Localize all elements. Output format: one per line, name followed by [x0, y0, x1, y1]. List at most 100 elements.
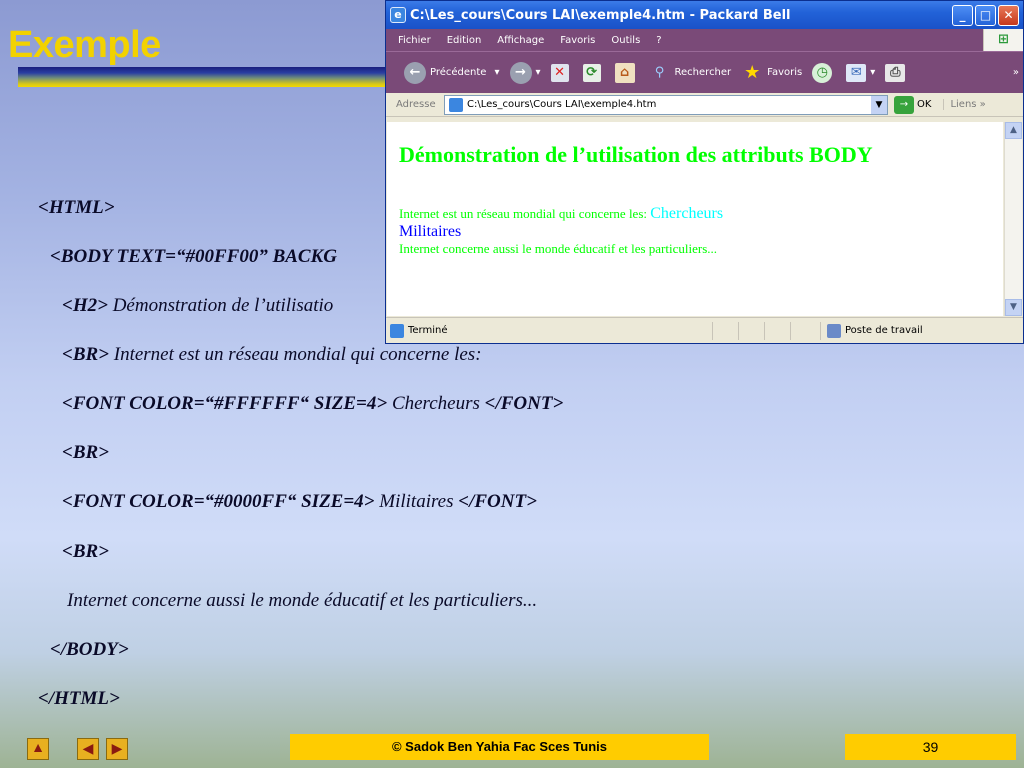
toolbar-overflow-chevron[interactable]: »	[1013, 67, 1019, 78]
code-text: Démonstration de l’utilisatio	[107, 295, 334, 316]
code-line-br-1: <BR> Internet est un réseau mondial qui …	[62, 344, 482, 366]
page-line-1: Internet est un réseau mondial qui conce…	[399, 206, 1003, 222]
menu-favoris[interactable]: Favoris	[552, 35, 603, 46]
chercheurs-text: Chercheurs	[650, 205, 724, 222]
back-arrow-icon: ←	[404, 61, 426, 84]
print-button[interactable]: ⎙	[885, 63, 909, 82]
ie-icon: e	[390, 7, 406, 23]
minimize-button[interactable]: _	[952, 4, 973, 26]
menu-outils[interactable]: Outils	[603, 35, 648, 46]
toolbar: ← Précédente ▾ → ▾ ✕ ⟳ ⌂ ⚲ Rechercher ★ …	[386, 51, 1023, 93]
address-value: C:\Les_cours\Cours LAI\exemple4.htm	[467, 99, 657, 110]
code-tag: <BR>	[62, 344, 109, 365]
status-segment	[712, 321, 738, 340]
stop-button[interactable]: ✕	[550, 63, 573, 82]
menu-affichage[interactable]: Affichage	[489, 35, 552, 46]
slide-title: Exemple	[8, 24, 161, 66]
zone-indicator: Poste de travail	[820, 321, 923, 340]
vertical-scrollbar[interactable]: ▲ ▼	[1004, 122, 1022, 316]
maximize-button[interactable]: □	[975, 4, 996, 26]
status-segment	[764, 321, 790, 340]
window-titlebar[interactable]: e C:\Les_cours\Cours LAI\exemple4.htm - …	[386, 1, 1023, 29]
scroll-up-icon[interactable]: ▲	[1005, 122, 1022, 139]
dropdown-arrow-icon[interactable]: ▾	[536, 67, 541, 78]
address-dropdown-icon[interactable]: ▼	[871, 95, 887, 114]
code-tag: <H2>	[62, 295, 108, 316]
triangle-up-icon: ▲	[31, 741, 45, 756]
code-line-font-white: <FONT COLOR=“#FFFFFF“ SIZE=4> Chercheurs…	[62, 393, 563, 415]
window-title: C:\Les_cours\Cours LAI\exemple4.htm - Pa…	[410, 7, 791, 23]
search-icon: ⚲	[654, 64, 665, 80]
code-line-html: <HTML>	[38, 197, 115, 219]
status-bar: Terminé Poste de travail	[386, 317, 1023, 343]
go-button[interactable]: → OK	[894, 95, 931, 114]
page-content: Démonstration de l’utilisation des attri…	[387, 122, 1003, 316]
home-icon: ⌂	[614, 62, 635, 83]
browser-window: e C:\Les_cours\Cours LAI\exemple4.htm - …	[385, 0, 1024, 344]
address-input[interactable]: C:\Les_cours\Cours LAI\exemple4.htm ▼	[444, 94, 888, 115]
triangle-right-icon: ▶	[111, 741, 123, 757]
code-tag: </BODY>	[50, 639, 129, 660]
forward-arrow-icon: →	[509, 61, 532, 84]
forward-button[interactable]: → ▾	[509, 61, 541, 84]
dropdown-arrow-icon[interactable]: ▾	[870, 67, 875, 78]
code-tag: <BR>	[62, 541, 109, 562]
nav-previous-button[interactable]: ◀	[77, 738, 99, 760]
code-line-body: <BODY TEXT=“#00FF00” BACKG	[50, 246, 337, 268]
menu-bar: Fichier Edition Affichage Favoris Outils…	[386, 29, 1023, 51]
code-tag: <BODY TEXT=“#00FF00” BACKG	[50, 246, 337, 267]
search-button[interactable]: ⚲ Rechercher	[649, 62, 732, 84]
code-tag: <HTML>	[38, 197, 115, 218]
history-button[interactable]: ◷	[812, 62, 836, 83]
windows-logo-icon: ⊞	[983, 29, 1023, 51]
nav-up-button[interactable]: ▲	[27, 738, 49, 760]
links-button[interactable]: Liens »	[943, 99, 986, 110]
code-text: Internet concerne aussi le monde éducati…	[67, 590, 538, 611]
triangle-left-icon: ◀	[82, 741, 94, 757]
back-label: Précédente	[430, 67, 487, 78]
code-text: Militaires	[374, 491, 459, 512]
links-label: Liens	[950, 99, 977, 110]
stop-icon: ✕	[550, 63, 569, 82]
back-button[interactable]: ← Précédente ▾	[404, 61, 500, 84]
code-tag: <BR>	[62, 442, 109, 463]
status-segment	[738, 321, 764, 340]
code-tag-end: </FONT>	[458, 491, 537, 512]
printer-icon: ⎙	[885, 63, 906, 82]
favorites-label: Favoris	[767, 67, 803, 78]
home-button[interactable]: ⌂	[614, 62, 639, 83]
code-line-font-blue: <FONT COLOR=“#0000FF“ SIZE=4> Militaires…	[62, 491, 537, 513]
refresh-button[interactable]: ⟳	[582, 63, 605, 82]
code-text: Internet est un réseau mondial qui conce…	[109, 344, 482, 365]
nav-next-button[interactable]: ▶	[106, 738, 128, 760]
code-line-html-close: </HTML>	[38, 688, 120, 710]
address-bar: Adresse C:\Les_cours\Cours LAI\exemple4.…	[386, 93, 1023, 117]
mail-button[interactable]: ✉ ▾	[846, 63, 875, 82]
dropdown-arrow-icon[interactable]: ▾	[494, 67, 499, 78]
scroll-down-icon[interactable]: ▼	[1005, 299, 1022, 316]
favorites-button[interactable]: ★ Favoris	[741, 62, 802, 84]
search-label: Rechercher	[674, 67, 732, 78]
menu-fichier[interactable]: Fichier	[390, 35, 439, 46]
status-segment	[790, 321, 816, 340]
footer-copyright: © Sadok Ben Yahia Fac Sces Tunis	[290, 734, 709, 760]
zone-text: Poste de travail	[845, 325, 923, 336]
computer-icon	[827, 323, 841, 338]
code-tag: </HTML>	[38, 688, 120, 709]
militaires-text: Militaires	[399, 223, 462, 240]
code-line-body-close: </BODY>	[50, 639, 129, 661]
go-arrow-icon: →	[894, 95, 914, 114]
star-icon: ★	[744, 61, 761, 83]
close-button[interactable]: ✕	[998, 4, 1019, 26]
refresh-icon: ⟳	[582, 63, 601, 82]
page-heading: Démonstration de l’utilisation des attri…	[399, 142, 873, 167]
page-line-1-text: Internet est un réseau mondial qui conce…	[399, 206, 651, 221]
menu-edition[interactable]: Edition	[439, 35, 490, 46]
code-text: Chercheurs	[387, 393, 485, 414]
code-line-br-2: <BR>	[62, 442, 109, 464]
code-tag-end: </FONT>	[484, 393, 564, 414]
history-icon: ◷	[812, 62, 833, 83]
page-line-3: Internet concerne aussi le monde éducati…	[399, 241, 718, 256]
code-line-br-3: <BR>	[62, 541, 109, 563]
menu-help[interactable]: ?	[648, 35, 669, 46]
